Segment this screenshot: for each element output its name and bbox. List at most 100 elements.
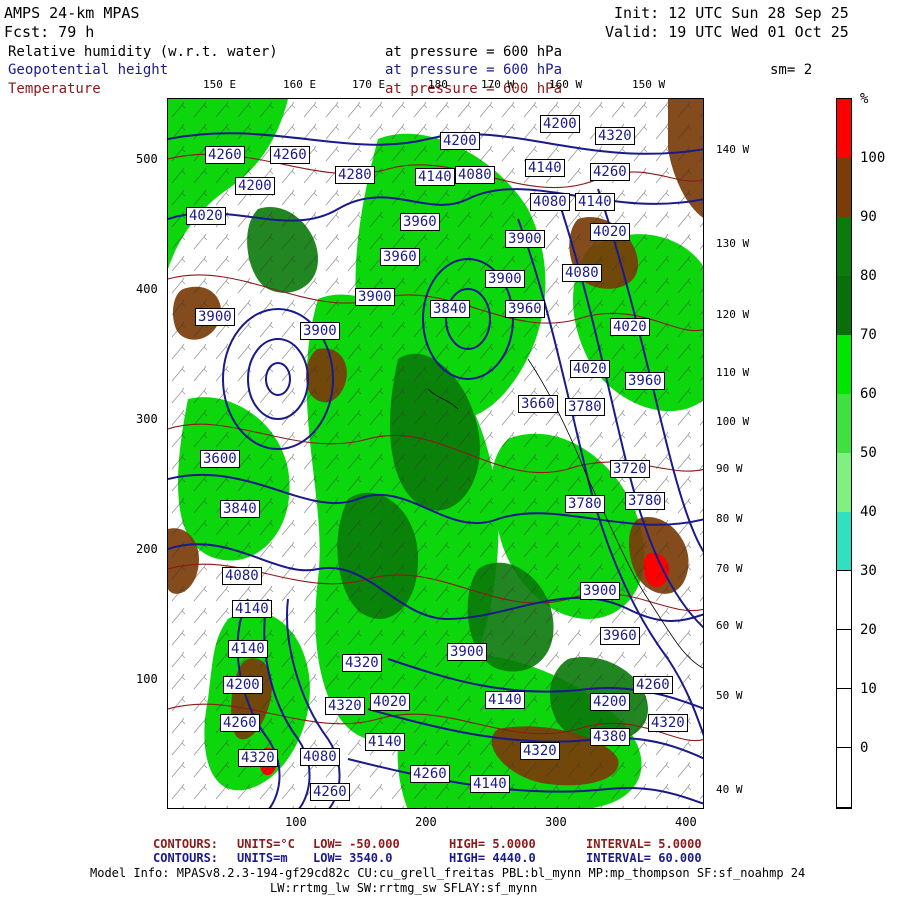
x-tick-400: 400	[675, 815, 697, 829]
height-contour-label: 3780	[565, 398, 605, 416]
height-contour-label: 4080	[455, 166, 495, 184]
height-contour-label: 3780	[565, 495, 605, 513]
valid-time: Valid: 19 UTC Wed 01 Oct 25	[605, 23, 849, 41]
temp-contours-label: CONTOURS:	[153, 837, 219, 851]
var-temp-level: at pressure = 600 hPa	[385, 81, 563, 97]
height-contour-label: 4260	[205, 146, 245, 164]
lon-right-90w: 90 W	[716, 462, 743, 475]
height-contour-label: 3900	[580, 582, 620, 600]
height-contour-label: 4020	[590, 223, 630, 241]
height-contour-label: 4380	[590, 728, 630, 746]
height-contour-label: 4140	[575, 193, 615, 211]
lon-right-140w: 140 W	[716, 143, 750, 156]
colorbar-label: 0	[860, 740, 869, 756]
model-info-line-1: Model Info: MPASv8.2.3-194-gf29cd82c CU:…	[90, 866, 806, 880]
height-contour-label: 4320	[342, 654, 382, 672]
temp-contours-low: LOW= -50.000	[313, 837, 400, 851]
colorbar-segment	[837, 571, 851, 630]
colorbar-label: 60	[860, 386, 877, 402]
colorbar-segment	[837, 453, 851, 512]
colorbar-label: 20	[860, 622, 877, 638]
temp-contours-units: UNITS=°C	[237, 837, 295, 851]
lon-right-100w: 100 W	[716, 415, 750, 428]
height-contour-label: 4200	[440, 132, 480, 150]
height-contours-units: UNITS=m	[237, 851, 288, 865]
init-time: Init: 12 UTC Sun 28 Sep 25	[614, 4, 849, 22]
var-temp-name: Temperature	[8, 81, 101, 97]
height-contour-label: 4140	[470, 775, 510, 793]
height-contour-label: 4140	[415, 168, 455, 186]
height-contour-label: 4140	[485, 691, 525, 709]
height-contour-label: 3840	[430, 300, 470, 318]
height-contour-label: 3660	[518, 395, 558, 413]
colorbar-label: 10	[860, 681, 877, 697]
lon-right-120w: 120 W	[716, 308, 750, 321]
colorbar-segment	[837, 512, 851, 571]
lon-top-170w: 170 W	[481, 78, 515, 91]
height-contour-label: 4320	[520, 742, 560, 760]
model-title: AMPS 24-km MPAS	[4, 4, 140, 22]
y-tick-100: 100	[136, 672, 158, 686]
lon-right-50w: 50 W	[716, 689, 743, 702]
colorbar-segment	[837, 276, 851, 335]
forecast-hour: Fcst: 79 h	[4, 23, 95, 41]
x-tick-200: 200	[415, 815, 437, 829]
height-contour-label: 4260	[410, 765, 450, 783]
height-contour-label: 4200	[223, 676, 263, 694]
colorbar-segment	[837, 158, 851, 217]
x-tick-100: 100	[285, 815, 307, 829]
lon-top-170e: 170 E	[352, 78, 386, 91]
height-contour-label: 4320	[595, 127, 635, 145]
height-contour-label: 3960	[600, 627, 640, 645]
y-tick-200: 200	[136, 542, 158, 556]
lon-right-40w: 40 W	[716, 783, 743, 796]
height-contour-label: 4260	[270, 146, 310, 164]
height-contour-label: 4140	[232, 600, 272, 618]
height-contour-label: 4200	[235, 177, 275, 195]
lon-top-160e: 160 E	[283, 78, 317, 91]
var-rh-name: Relative humidity (w.r.t. water)	[8, 44, 278, 60]
height-contour-label: 4200	[590, 693, 630, 711]
height-contour-label: 3840	[220, 500, 260, 518]
smoothing-label: sm= 2	[770, 62, 813, 78]
lon-top-180: 180	[428, 78, 448, 91]
var-height-name: Geopotential height	[8, 62, 169, 78]
height-contour-label: 3960	[505, 300, 545, 318]
var-rh-level: at pressure = 600 hPa	[385, 44, 563, 60]
colorbar-label: 100	[860, 150, 886, 166]
height-contour-label: 4080	[530, 193, 570, 211]
colorbar-segment	[837, 335, 851, 394]
height-contour-label: 4140	[365, 733, 405, 751]
height-contour-label: 4140	[525, 159, 565, 177]
height-contour-label: 4020	[570, 360, 610, 378]
height-contour-label: 4020	[186, 207, 226, 225]
colorbar-label: 30	[860, 563, 877, 579]
height-contour-label: 4080	[222, 567, 262, 585]
height-contour-label: 3960	[380, 248, 420, 266]
height-contour-label: 3900	[300, 322, 340, 340]
colorbar-segment	[837, 217, 851, 276]
height-contour-label: 4080	[300, 748, 340, 766]
lon-right-70w: 70 W	[716, 562, 743, 575]
height-contour-label: 4260	[310, 783, 350, 801]
height-contour-label: 4140	[228, 640, 268, 658]
model-info-line-2: LW:rrtmg_lw SW:rrtmg_sw SFLAY:sf_mynn	[270, 881, 538, 895]
height-contour-label: 3960	[400, 213, 440, 231]
height-contour-label: 3780	[625, 492, 665, 510]
height-contour-label: 4200	[540, 115, 580, 133]
colorbar-segment	[837, 99, 851, 158]
height-contour-label: 4080	[562, 264, 602, 282]
height-contour-label: 4020	[610, 318, 650, 336]
y-tick-400: 400	[136, 282, 158, 296]
lon-right-110w: 110 W	[716, 366, 750, 379]
height-contour-label: 3900	[505, 230, 545, 248]
height-contour-label: 4320	[648, 714, 688, 732]
height-contour-label: 3600	[200, 450, 240, 468]
height-contour-label: 4260	[590, 163, 630, 181]
colorbar-segment	[837, 630, 851, 689]
height-contour-label: 4020	[370, 693, 410, 711]
x-tick-300: 300	[545, 815, 567, 829]
colorbar	[836, 98, 852, 809]
lon-top-160w: 160 W	[549, 78, 583, 91]
colorbar-label: 50	[860, 445, 877, 461]
